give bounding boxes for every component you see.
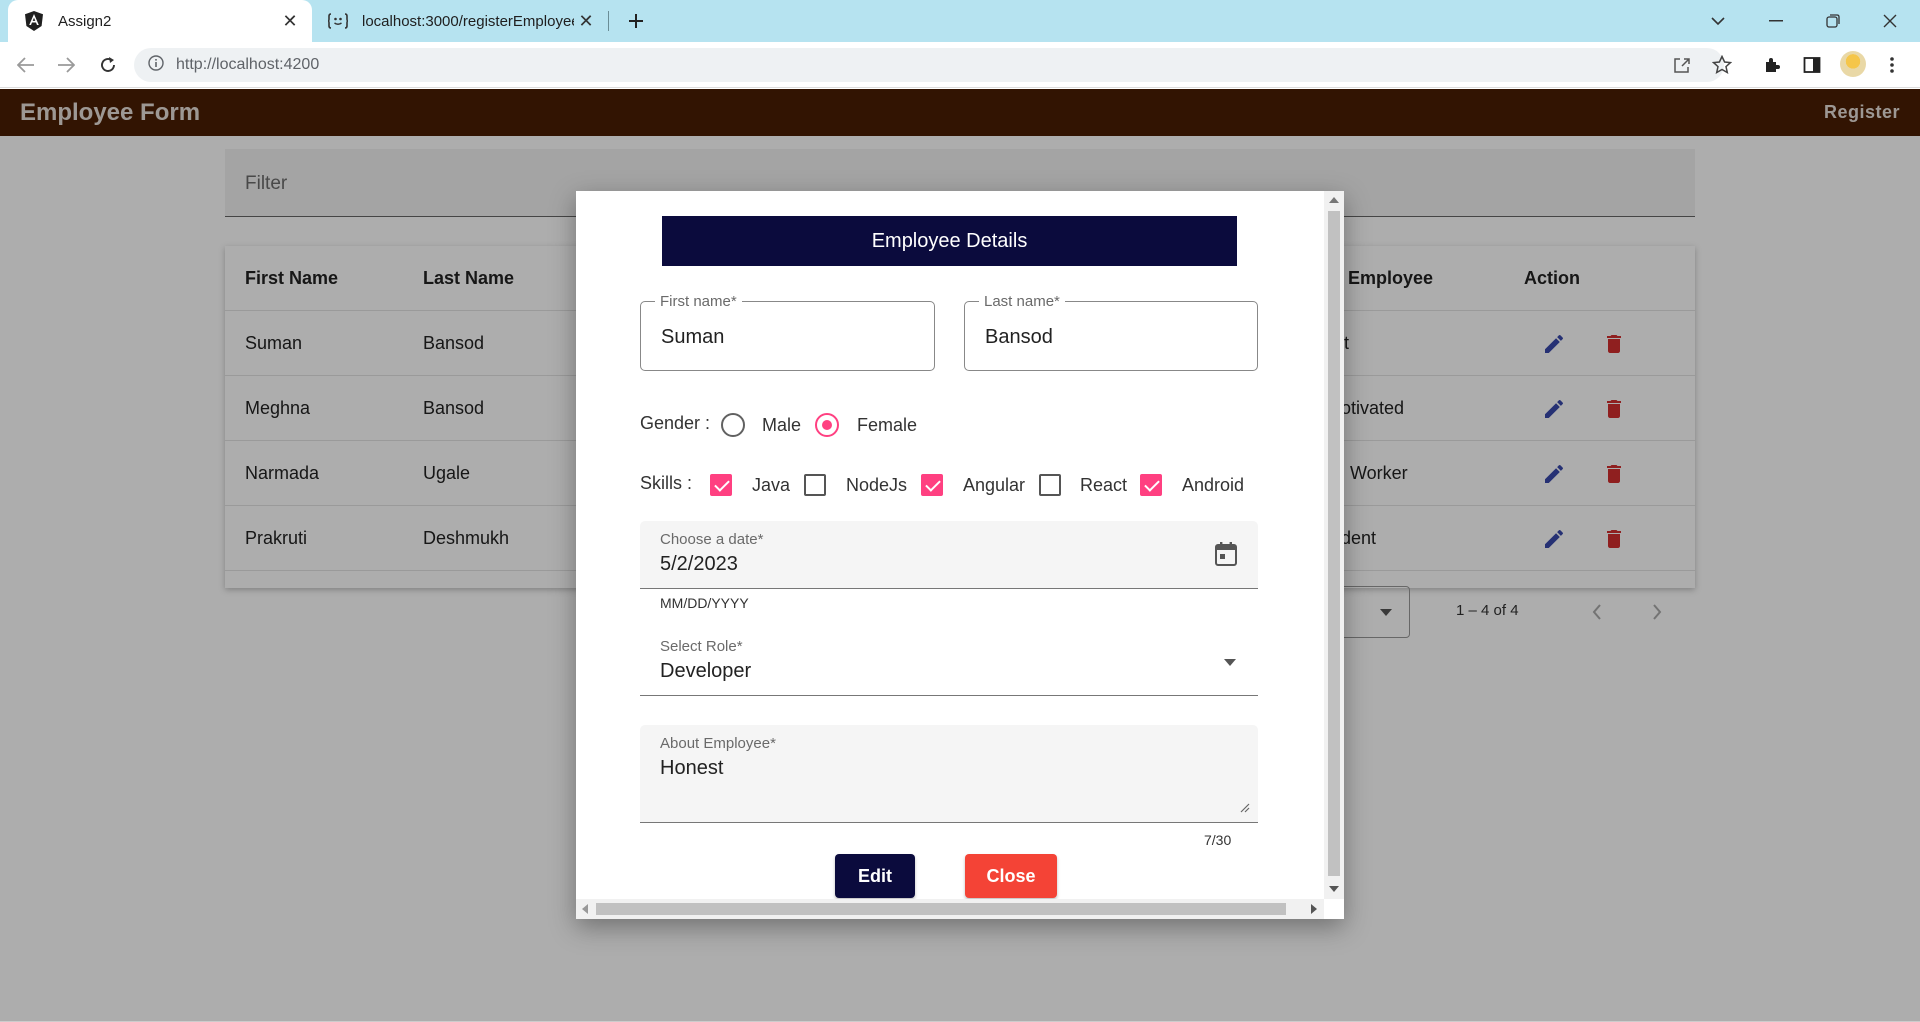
skill-android-label[interactable]: Android xyxy=(1182,475,1244,496)
close-tab-icon[interactable]: ✕ xyxy=(278,9,302,33)
gender-female-radio[interactable] xyxy=(815,413,839,437)
address-bar: http://localhost:4200 xyxy=(0,42,1920,88)
dropdown-arrow-icon xyxy=(1224,659,1236,666)
profile-avatar[interactable] xyxy=(1840,51,1866,77)
resize-handle-icon[interactable] xyxy=(1240,803,1250,813)
restore-icon[interactable] xyxy=(1811,6,1855,36)
horizontal-scroll-thumb[interactable] xyxy=(596,903,1286,915)
side-panel-icon[interactable] xyxy=(1798,51,1826,79)
skill-java-label[interactable]: Java xyxy=(752,475,790,496)
dialog-title: Employee Details xyxy=(662,216,1237,266)
date-value: 5/2/2023 xyxy=(660,553,738,575)
scroll-up-arrow-icon[interactable] xyxy=(1329,197,1339,203)
vertical-scroll-thumb[interactable] xyxy=(1328,211,1340,876)
browser-tab-strip: Assign2 ✕ localhost:3000/registerEmploye… xyxy=(0,0,1920,42)
vertical-scrollbar[interactable] xyxy=(1324,191,1344,899)
gender-label: Gender : xyxy=(640,413,711,433)
back-arrow-icon[interactable] xyxy=(12,51,40,79)
tab-title: Assign2 xyxy=(58,12,112,30)
skill-angular-checkbox[interactable] xyxy=(921,474,943,496)
skill-android-checkbox[interactable] xyxy=(1140,474,1162,496)
tab-title: localhost:3000/registerEmployee xyxy=(362,12,574,30)
kebab-menu-icon[interactable] xyxy=(1878,51,1906,79)
scroll-left-arrow-icon[interactable] xyxy=(582,904,588,914)
site-info-icon[interactable] xyxy=(148,54,164,76)
close-window-icon[interactable] xyxy=(1868,6,1912,36)
skill-java-checkbox[interactable] xyxy=(710,474,732,496)
bookmark-star-icon[interactable] xyxy=(1708,51,1736,79)
browser-tab-assign2[interactable]: Assign2 ✕ xyxy=(8,0,312,42)
character-counter: 7/30 xyxy=(1204,832,1232,848)
role-select[interactable]: Select Role* Developer xyxy=(640,628,1258,696)
last-name-field[interactable]: Last name* Bansod xyxy=(964,293,1258,371)
minimize-icon[interactable] xyxy=(1754,6,1798,36)
skill-react-label[interactable]: React xyxy=(1080,475,1127,496)
about-employee-textarea[interactable]: About Employee* Honest xyxy=(640,725,1258,823)
skill-angular-label[interactable]: Angular xyxy=(963,475,1025,496)
last-name-value: Bansod xyxy=(985,326,1053,348)
close-button[interactable]: Close xyxy=(965,854,1057,898)
angular-icon xyxy=(24,11,44,31)
reload-icon[interactable] xyxy=(94,51,122,79)
skill-nodejs-label[interactable]: NodeJs xyxy=(846,475,907,496)
first-name-label: First name* xyxy=(655,293,742,310)
gender-male-label[interactable]: Male xyxy=(762,415,801,436)
browser-tab-register-employee[interactable]: localhost:3000/registerEmployee ✕ xyxy=(316,0,608,42)
date-label: Choose a date* xyxy=(660,531,764,548)
first-name-value: Suman xyxy=(661,326,725,348)
first-name-field[interactable]: First name* Suman xyxy=(640,293,935,371)
skill-nodejs-checkbox[interactable] xyxy=(804,474,826,496)
about-value: Honest xyxy=(660,757,724,779)
role-label: Select Role* xyxy=(660,638,743,655)
scroll-right-arrow-icon[interactable] xyxy=(1311,904,1317,914)
url-omnibox[interactable]: http://localhost:4200 xyxy=(134,48,1724,82)
new-tab-plus-icon[interactable] xyxy=(622,8,650,34)
edit-button[interactable]: Edit xyxy=(835,854,915,898)
tab-search-chevron-icon[interactable] xyxy=(1696,6,1740,36)
json-server-icon xyxy=(328,11,348,31)
date-format-hint: MM/DD/YYYY xyxy=(660,595,749,611)
employee-details-dialog: Employee Details First name* Suman Last … xyxy=(576,191,1344,919)
about-label: About Employee* xyxy=(660,735,776,752)
gender-male-radio[interactable] xyxy=(721,413,745,437)
extensions-puzzle-icon[interactable] xyxy=(1758,51,1786,79)
forward-arrow-icon[interactable] xyxy=(52,51,80,79)
skill-react-checkbox[interactable] xyxy=(1039,474,1061,496)
skills-label: Skills : xyxy=(640,473,693,493)
horizontal-scrollbar[interactable] xyxy=(576,899,1324,919)
url-text: http://localhost:4200 xyxy=(176,56,320,73)
share-icon[interactable] xyxy=(1668,51,1696,79)
date-field[interactable]: Choose a date* 5/2/2023 xyxy=(640,521,1258,589)
calendar-icon[interactable] xyxy=(1214,541,1238,567)
tab-divider xyxy=(608,11,609,31)
close-tab-icon[interactable]: ✕ xyxy=(574,9,598,33)
last-name-label: Last name* xyxy=(979,293,1065,310)
role-value: Developer xyxy=(660,660,752,682)
scroll-down-arrow-icon[interactable] xyxy=(1329,886,1339,892)
gender-female-label[interactable]: Female xyxy=(857,415,917,436)
